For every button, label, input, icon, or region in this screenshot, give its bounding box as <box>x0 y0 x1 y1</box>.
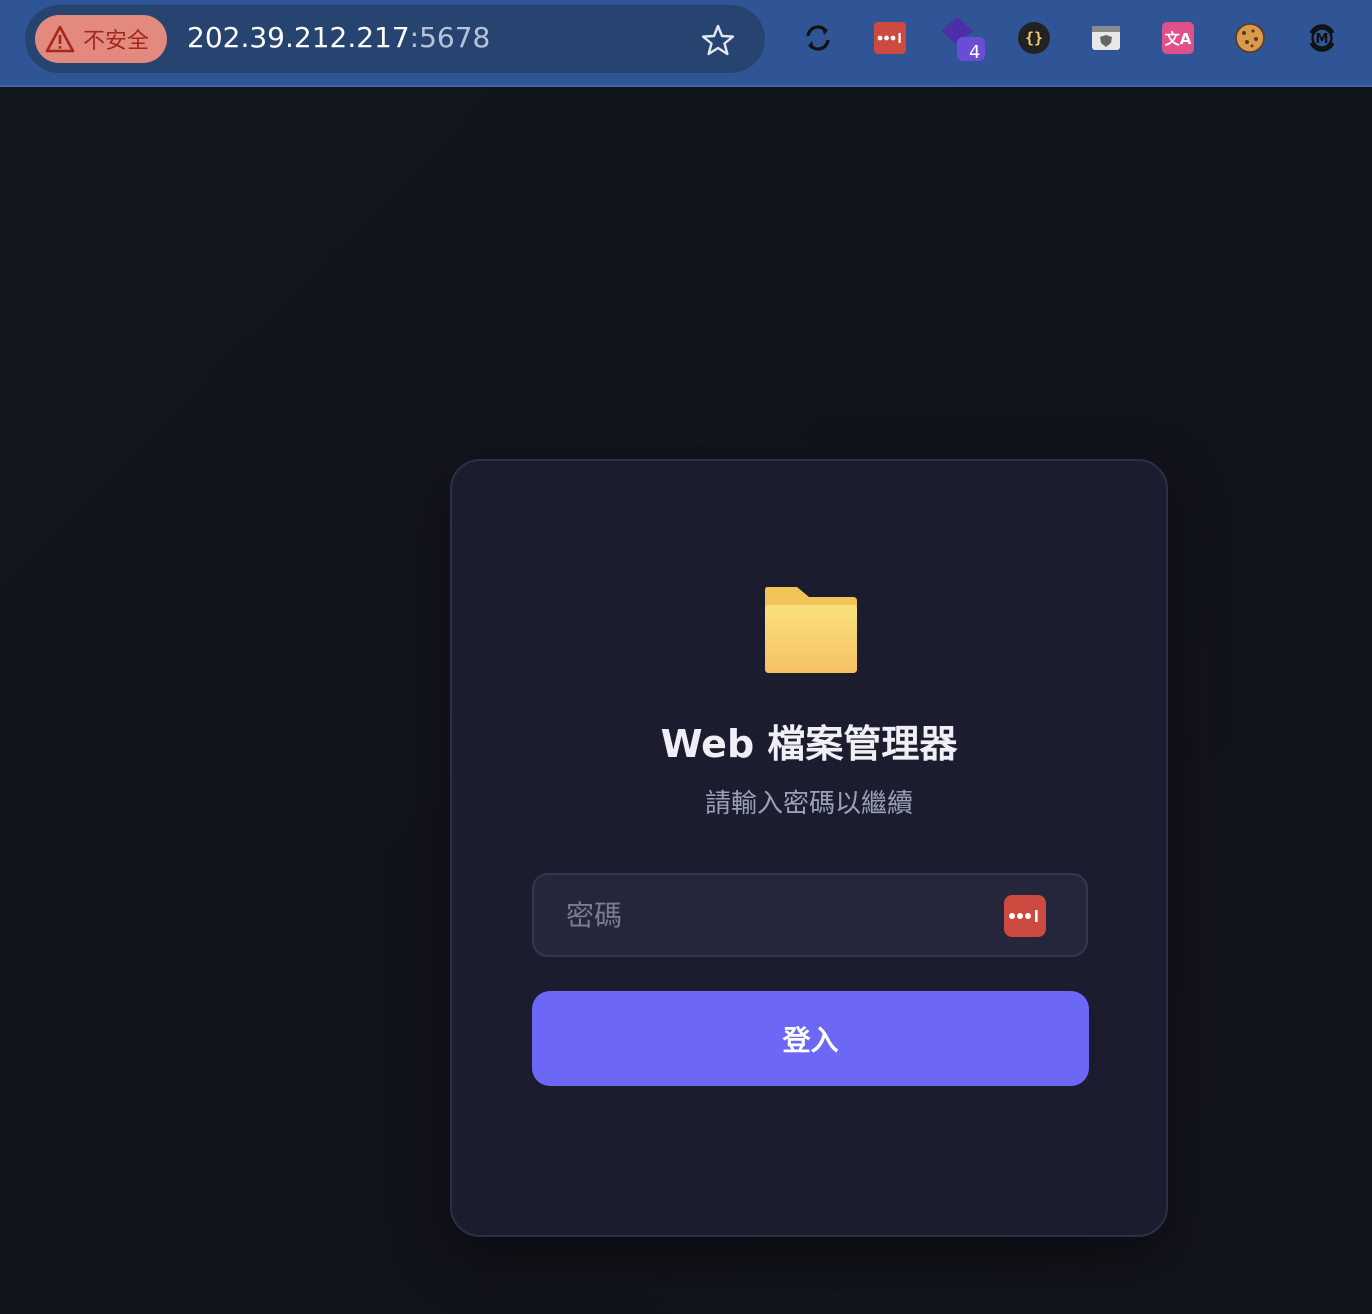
password-manager-autofill-icon[interactable] <box>1004 895 1046 937</box>
m-sync-icon[interactable]: M <box>1304 20 1340 56</box>
svg-text:M: M <box>1316 32 1329 47</box>
shield-extension-icon[interactable] <box>1088 20 1124 56</box>
browser-toolbar: 不安全 202.39.212.217:5678 4 {} 文A M <box>0 0 1372 87</box>
translate-icon[interactable]: 文A <box>1160 20 1196 56</box>
security-status-chip[interactable]: 不安全 <box>35 15 168 63</box>
app-title: Web 檔案管理器 <box>660 722 958 766</box>
password-manager-icon[interactable] <box>872 20 908 56</box>
password-field-container <box>532 873 1088 957</box>
purple-diamond-extension-icon[interactable]: 4 <box>941 17 985 63</box>
login-card: Web 檔案管理器 請輸入密碼以繼續 登入 <box>450 459 1168 1237</box>
sync-icon[interactable] <box>800 20 836 56</box>
url-text[interactable]: 202.39.212.217:5678 <box>187 21 490 54</box>
url-port: :5678 <box>409 21 491 54</box>
login-subtitle: 請輸入密碼以繼續 <box>704 789 913 819</box>
extension-badge: 4 <box>969 42 981 63</box>
url-host: 202.39.212.217 <box>187 21 410 54</box>
address-bar[interactable]: 不安全 202.39.212.217:5678 <box>25 5 765 73</box>
login-button[interactable]: 登入 <box>532 991 1089 1086</box>
security-label: 不安全 <box>83 29 150 54</box>
page-background: Web 檔案管理器 請輸入密碼以繼續 登入 <box>0 87 1372 1314</box>
bookmark-star-icon[interactable] <box>700 22 736 58</box>
json-braces-icon[interactable]: {} <box>1016 20 1052 56</box>
warning-icon <box>45 25 75 53</box>
folder-icon <box>765 587 857 673</box>
cookie-icon[interactable] <box>1232 20 1268 56</box>
